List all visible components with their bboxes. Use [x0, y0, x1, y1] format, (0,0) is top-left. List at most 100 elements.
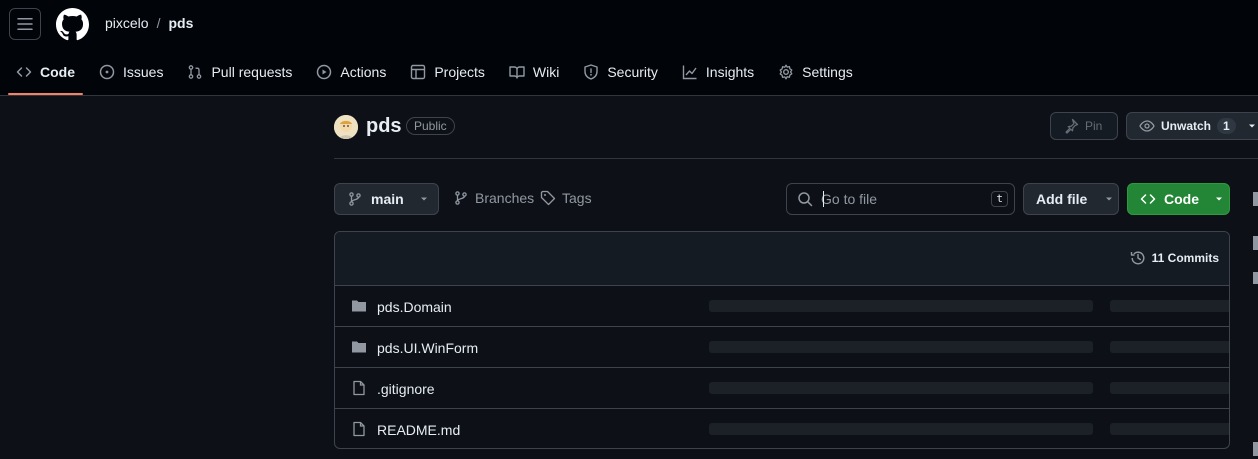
unwatch-label: Unwatch: [1161, 119, 1212, 133]
issue-icon: [99, 64, 115, 80]
branches-link[interactable]: Branches: [453, 190, 534, 206]
loading-placeholder: [709, 341, 1093, 353]
tab-settings-label: Settings: [802, 64, 853, 80]
code-button[interactable]: Code: [1127, 183, 1230, 215]
table-row[interactable]: pds.UI.WinForm: [335, 327, 1229, 368]
loading-placeholder: [1110, 341, 1229, 353]
tab-actions-label: Actions: [340, 64, 387, 80]
tab-security-label: Security: [607, 64, 658, 80]
commits-label: 11 Commits: [1151, 251, 1219, 265]
code-button-label: Code: [1164, 191, 1199, 207]
pin-icon: [1065, 118, 1079, 134]
repo-title[interactable]: pds: [366, 115, 402, 138]
sidebar-fragment: [1253, 192, 1258, 206]
file-name[interactable]: pds.UI.WinForm: [377, 340, 478, 356]
chevron-down-icon: [1216, 197, 1222, 201]
gear-icon: [779, 64, 793, 80]
loading-placeholder: [1110, 382, 1229, 394]
tab-pull-requests[interactable]: Pull requests: [179, 56, 300, 88]
table-row[interactable]: .gitignore: [335, 368, 1229, 409]
tags-link[interactable]: Tags: [540, 190, 592, 206]
file-icon: [353, 380, 365, 396]
loading-placeholder: [1110, 300, 1229, 312]
play-icon: [317, 64, 332, 80]
tab-security[interactable]: Security: [575, 56, 666, 88]
branches-label: Branches: [475, 190, 535, 206]
tab-wiki[interactable]: Wiki: [501, 56, 567, 88]
tab-projects[interactable]: Projects: [402, 56, 493, 88]
search-placeholder: Go to file: [821, 191, 878, 207]
shield-icon: [584, 64, 599, 80]
folder-icon: [352, 341, 366, 353]
breadcrumb: pixcelo / pds: [105, 15, 193, 31]
search-icon: [798, 192, 813, 207]
pin-label: Pin: [1085, 119, 1103, 133]
eye-icon: [1139, 120, 1155, 132]
book-icon: [509, 66, 525, 79]
breadcrumb-repo-link[interactable]: pds: [168, 15, 193, 31]
sidebar-fragment: [1253, 236, 1258, 250]
add-file-button[interactable]: Add file: [1023, 183, 1119, 215]
add-file-label: Add file: [1036, 191, 1088, 207]
hamburger-icon: [17, 18, 33, 30]
tab-issues-label: Issues: [123, 64, 164, 80]
file-name[interactable]: pds.Domain: [377, 299, 452, 315]
pin-button[interactable]: Pin: [1050, 112, 1118, 140]
chevron-down-icon: [420, 197, 427, 201]
tab-pull-requests-label: Pull requests: [211, 64, 293, 80]
loading-placeholder: [1110, 423, 1229, 435]
tag-icon: [540, 190, 556, 206]
owner-avatar[interactable]: [334, 115, 358, 139]
hamburger-menu-button[interactable]: [9, 8, 41, 40]
github-logo-icon[interactable]: [56, 8, 89, 41]
file-name[interactable]: .gitignore: [377, 381, 435, 397]
avatar-image: [334, 115, 358, 139]
branch-icon: [349, 192, 361, 206]
tab-code-label: Code: [40, 64, 75, 80]
loading-placeholder: [709, 423, 1093, 435]
file-name[interactable]: README.md: [377, 422, 460, 438]
tab-projects-label: Projects: [434, 64, 485, 80]
tab-actions[interactable]: Actions: [308, 56, 394, 88]
tab-issues[interactable]: Issues: [91, 56, 171, 88]
loading-placeholder: [709, 382, 1093, 394]
file-table-header: 11 Commits: [335, 232, 1229, 286]
sidebar-fragment: [1253, 442, 1258, 456]
tags-label: Tags: [562, 190, 592, 206]
breadcrumb-separator: /: [156, 15, 161, 31]
commits-link[interactable]: 11 Commits: [1130, 250, 1219, 266]
go-to-file-input[interactable]: Go to file t: [786, 183, 1015, 215]
tab-insights-label: Insights: [705, 64, 755, 80]
breadcrumb-owner-link[interactable]: pixcelo: [105, 15, 149, 31]
sidebar-fragment: [1253, 272, 1258, 284]
table-row[interactable]: README.md: [335, 409, 1229, 448]
folder-icon: [352, 300, 366, 312]
text-caret: [823, 191, 824, 207]
chevron-down-icon: [1106, 197, 1113, 201]
code-icon: [1140, 194, 1156, 204]
unwatch-button[interactable]: Unwatch 1: [1126, 112, 1258, 140]
file-icon: [353, 421, 365, 437]
repo-nav: Code Issues Pull requests Actions Projec…: [0, 56, 869, 96]
shortcut-hint: t: [991, 191, 1008, 207]
graph-icon: [682, 65, 697, 80]
table-icon: [411, 64, 426, 80]
code-icon: [16, 67, 32, 77]
tab-settings[interactable]: Settings: [770, 56, 861, 88]
table-row[interactable]: pds.Domain: [335, 286, 1229, 327]
tab-wiki-label: Wiki: [532, 64, 560, 80]
global-header: pixcelo / pds Code Issues Pull requests …: [0, 0, 1258, 96]
chevron-down-icon: [1248, 124, 1255, 128]
history-icon: [1130, 251, 1145, 265]
visibility-badge: Public: [406, 117, 455, 135]
pull-request-icon: [189, 65, 202, 79]
tab-insights[interactable]: Insights: [674, 56, 762, 88]
watch-count: 1: [1217, 118, 1236, 134]
tab-code[interactable]: Code: [8, 56, 83, 95]
branch-icon: [455, 191, 467, 205]
divider: [334, 158, 1258, 159]
file-table: 11 Commits pds.Domain pds.UI.WinForm .gi…: [334, 231, 1230, 449]
loading-placeholder: [709, 300, 1093, 312]
branch-name: main: [371, 191, 404, 207]
branch-select-button[interactable]: main: [334, 183, 439, 215]
